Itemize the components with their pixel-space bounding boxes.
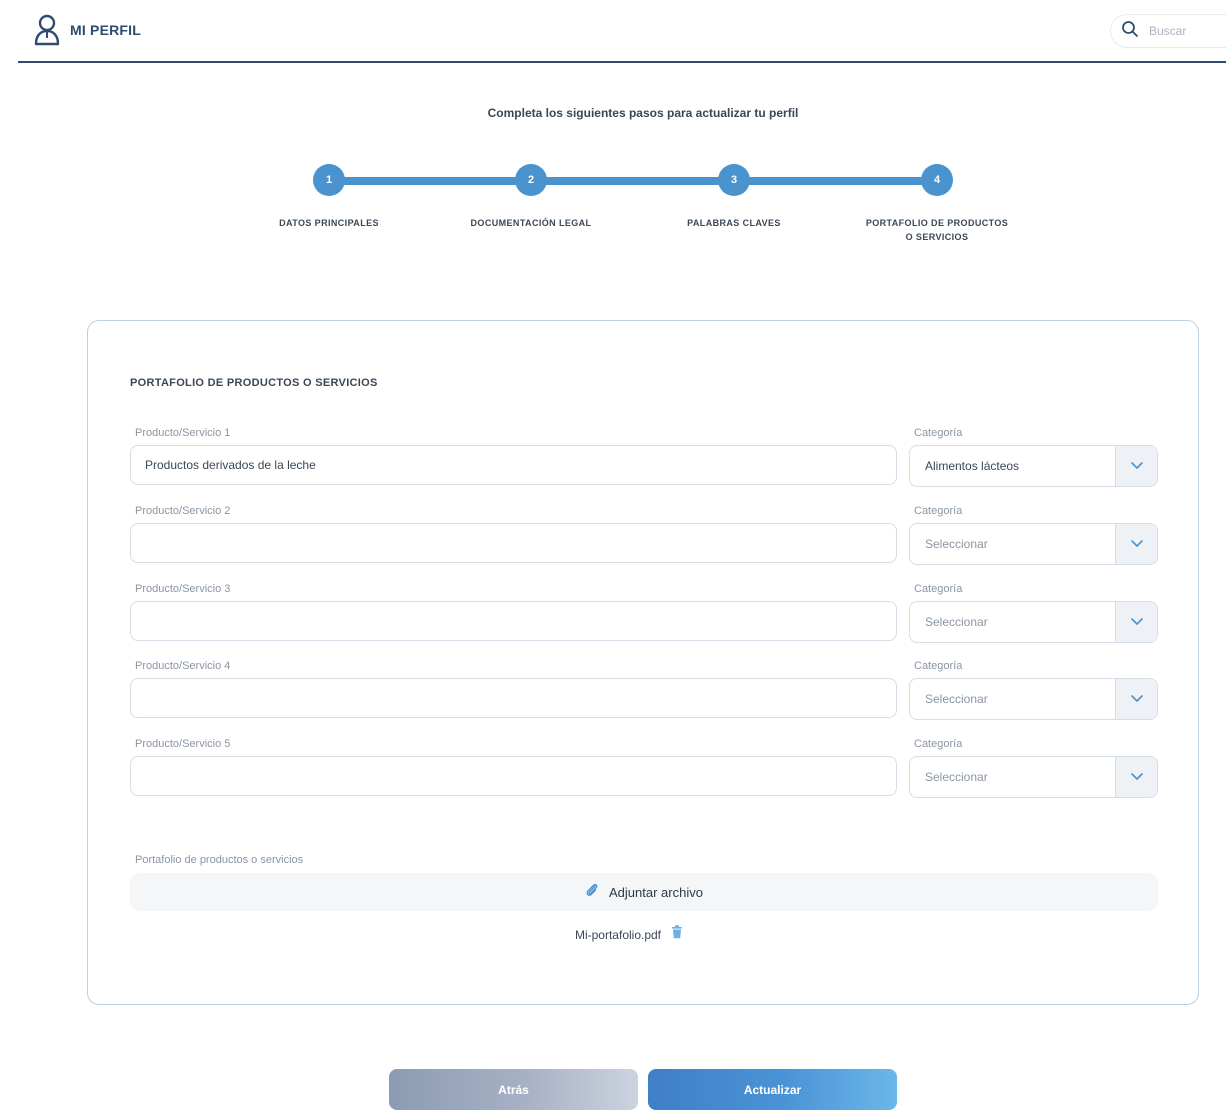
step-label: PORTAFOLIO DE PRODUCTOS O SERVICIOS bbox=[837, 216, 1037, 244]
attach-file-label: Adjuntar archivo bbox=[609, 884, 703, 900]
category-label: Categoría bbox=[914, 660, 963, 672]
portfolio-form-card: PORTAFOLIO DE PRODUCTOS O SERVICIOS Prod… bbox=[87, 320, 1199, 1005]
category-label: Categoría bbox=[914, 427, 963, 439]
paperclip-icon bbox=[585, 882, 599, 903]
attach-file-button[interactable]: Adjuntar archivo bbox=[130, 873, 1158, 911]
step-label: DATOS PRINCIPALES bbox=[279, 218, 379, 228]
category-value: Seleccionar bbox=[925, 537, 988, 551]
product-input-5[interactable] bbox=[130, 756, 897, 796]
product-label: Producto/Servicio 4 bbox=[135, 660, 231, 672]
product-input-4[interactable] bbox=[130, 678, 897, 718]
product-row-5: Producto/Servicio 5 Categoría Selecciona… bbox=[130, 738, 1158, 804]
search-box[interactable] bbox=[1110, 14, 1226, 48]
step-label-line-2: O SERVICIOS bbox=[905, 232, 969, 242]
search-icon[interactable] bbox=[1121, 20, 1139, 43]
step-number: 3 bbox=[718, 164, 750, 196]
product-row-1: Producto/Servicio 1 Categoría Alimentos … bbox=[130, 427, 1158, 493]
page-title: MI PERFIL bbox=[70, 22, 142, 38]
product-input-1[interactable] bbox=[130, 445, 897, 485]
category-value: Alimentos lácteos bbox=[925, 459, 1020, 473]
category-select-3[interactable]: Seleccionar bbox=[909, 601, 1158, 643]
category-value: Seleccionar bbox=[925, 770, 988, 784]
step-portafolio[interactable]: 4 PORTAFOLIO DE PRODUCTOS O SERVICIOS bbox=[837, 162, 1037, 244]
trash-icon[interactable] bbox=[671, 925, 683, 944]
chevron-down-icon[interactable] bbox=[1115, 446, 1157, 486]
attachment-label: Portafolio de productos o servicios bbox=[135, 854, 304, 866]
category-value: Seleccionar bbox=[925, 615, 988, 629]
header-divider bbox=[18, 61, 1226, 63]
step-label: PALABRAS CLAVES bbox=[687, 218, 781, 228]
category-label: Categoría bbox=[914, 505, 963, 517]
category-value: Seleccionar bbox=[925, 692, 988, 706]
progress-stepper: 1 DATOS PRINCIPALES 2 DOCUMENTACIÓN LEGA… bbox=[0, 162, 1226, 252]
instruction-text: Completa los siguientes pasos para actua… bbox=[487, 106, 799, 120]
category-select-2[interactable]: Seleccionar bbox=[909, 523, 1158, 565]
product-row-3: Producto/Servicio 3 Categoría Selecciona… bbox=[130, 583, 1158, 649]
back-button[interactable]: Atrás bbox=[389, 1069, 638, 1110]
category-label: Categoría bbox=[914, 738, 963, 750]
chevron-down-icon[interactable] bbox=[1115, 679, 1157, 719]
category-select-5[interactable]: Seleccionar bbox=[909, 756, 1158, 798]
step-number: 4 bbox=[921, 164, 953, 196]
category-select-4[interactable]: Seleccionar bbox=[909, 678, 1158, 720]
step-number: 2 bbox=[515, 164, 547, 196]
top-bar: MI PERFIL bbox=[0, 0, 1226, 64]
step-palabras-claves[interactable]: 3 PALABRAS CLAVES bbox=[634, 162, 834, 230]
step-datos-principales[interactable]: 1 DATOS PRINCIPALES bbox=[229, 162, 429, 230]
file-name: Mi-portafolio.pdf bbox=[574, 927, 662, 942]
category-select-1[interactable]: Alimentos lácteos bbox=[909, 445, 1158, 487]
product-label: Producto/Servicio 2 bbox=[135, 505, 231, 517]
product-input-2[interactable] bbox=[130, 523, 897, 563]
chevron-down-icon[interactable] bbox=[1115, 524, 1157, 564]
step-documentacion-legal[interactable]: 2 DOCUMENTACIÓN LEGAL bbox=[431, 162, 631, 230]
brand[interactable]: MI PERFIL bbox=[32, 14, 141, 46]
user-profile-icon bbox=[32, 14, 62, 46]
product-row-2: Producto/Servicio 2 Categoría Selecciona… bbox=[130, 505, 1158, 571]
update-button[interactable]: Actualizar bbox=[648, 1069, 897, 1110]
step-number: 1 bbox=[313, 164, 345, 196]
step-label-line-1: PORTAFOLIO DE PRODUCTOS bbox=[865, 218, 1009, 228]
product-label: Producto/Servicio 1 bbox=[135, 427, 231, 439]
product-input-3[interactable] bbox=[130, 601, 897, 641]
product-label: Producto/Servicio 3 bbox=[135, 583, 231, 595]
section-title: PORTAFOLIO DE PRODUCTOS O SERVICIOS bbox=[130, 377, 378, 389]
step-label: DOCUMENTACIÓN LEGAL bbox=[470, 218, 592, 228]
attached-file: Mi-portafolio.pdf bbox=[88, 925, 1200, 944]
search-input[interactable] bbox=[1147, 23, 1211, 39]
product-label: Producto/Servicio 5 bbox=[135, 738, 231, 750]
product-row-4: Producto/Servicio 4 Categoría Selecciona… bbox=[130, 660, 1158, 726]
chevron-down-icon[interactable] bbox=[1115, 757, 1157, 797]
chevron-down-icon[interactable] bbox=[1115, 602, 1157, 642]
category-label: Categoría bbox=[914, 583, 963, 595]
